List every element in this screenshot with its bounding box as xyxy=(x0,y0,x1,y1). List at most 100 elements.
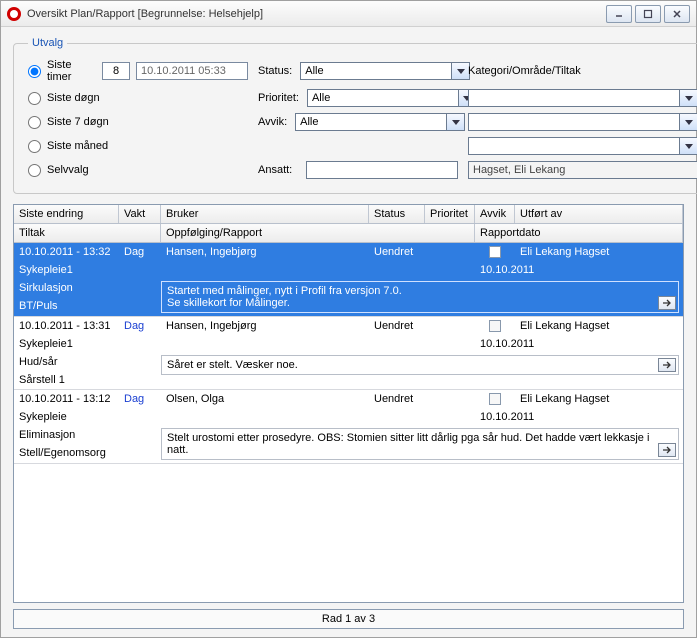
col-status[interactable]: Status xyxy=(369,205,425,223)
chevron-down-icon[interactable] xyxy=(447,113,465,131)
col-oppfolging[interactable]: Oppfølging/Rapport xyxy=(161,224,475,242)
report-grid: Siste endring Vakt Bruker Status Priorit… xyxy=(13,204,684,603)
avvik-label: Avvik: xyxy=(258,116,287,128)
cell-endring: 10.10.2011 - 13:31 xyxy=(14,317,119,335)
cell-status: Uendret xyxy=(369,390,425,408)
radio-siste-maned[interactable] xyxy=(28,140,41,153)
cell-sub2: BT/Puls xyxy=(14,297,161,315)
ansatt-label: Ansatt: xyxy=(258,164,298,176)
grid-record[interactable]: 10.10.2011 - 13:32 Dag Hansen, Ingebjørg… xyxy=(14,243,683,317)
avvik-checkbox[interactable] xyxy=(489,320,501,332)
prioritet-combo[interactable] xyxy=(307,89,477,107)
cell-sub1: Eliminasjon xyxy=(14,426,161,444)
arrow-right-icon[interactable] xyxy=(658,443,676,457)
radio-siste-dogn-label: Siste døgn xyxy=(47,92,100,104)
app-icon xyxy=(7,7,21,21)
grid-header-row1: Siste endring Vakt Bruker Status Priorit… xyxy=(14,205,683,224)
col-bruker[interactable]: Bruker xyxy=(161,205,369,223)
chevron-down-icon[interactable] xyxy=(680,137,697,155)
arrow-right-icon[interactable] xyxy=(658,296,676,310)
cell-prioritet xyxy=(425,243,475,249)
cell-vakt: Dag xyxy=(119,390,161,408)
cell-bruker: Olsen, Olga xyxy=(161,390,369,408)
status-value[interactable] xyxy=(300,62,452,80)
col-tiltak[interactable]: Tiltak xyxy=(14,224,161,242)
ansatt-readonly xyxy=(468,161,697,179)
cell-utfort: Eli Lekang Hagset xyxy=(515,390,683,408)
avvik-combo[interactable] xyxy=(295,113,465,131)
cell-endring: 10.10.2011 - 13:32 xyxy=(14,243,119,261)
col-siste-endring[interactable]: Siste endring xyxy=(14,205,119,223)
status-combo[interactable] xyxy=(300,62,470,80)
kategori3-value[interactable] xyxy=(468,137,680,155)
utvalg-fieldset: Utvalg Siste timer Status: K xyxy=(13,37,697,194)
cell-utfort: Eli Lekang Hagset xyxy=(515,243,683,261)
ansatt-input[interactable] xyxy=(306,161,458,179)
cell-tiltak: Sykepleie1 xyxy=(14,335,475,353)
prioritet-label: Prioritet: xyxy=(258,92,299,104)
radio-siste-7dogn[interactable] xyxy=(28,116,41,129)
ansatt-input-wrap xyxy=(306,161,458,179)
cell-tiltak: Sykepleie1 xyxy=(14,261,475,279)
avvik-value[interactable] xyxy=(295,113,447,131)
cell-vakt: Dag xyxy=(119,317,161,335)
statusbar-text: Rad 1 av 3 xyxy=(322,613,375,625)
note-textarea[interactable]: Såret er stelt. Væsker noe. xyxy=(161,355,679,375)
chevron-down-icon[interactable] xyxy=(680,89,697,107)
close-button[interactable] xyxy=(664,5,690,23)
titlebar[interactable]: Oversikt Plan/Rapport [Begrunnelse: Hels… xyxy=(1,1,696,27)
cell-avvik xyxy=(475,390,515,405)
ansatt-readonly-value xyxy=(468,161,697,179)
kategori-label: Kategori/Område/Tiltak xyxy=(468,65,581,77)
arrow-right-icon[interactable] xyxy=(658,358,676,372)
radio-siste-timer-label: Siste timer xyxy=(47,59,96,83)
cell-rapportdato: 10.10.2011 xyxy=(475,408,539,426)
app-window: Oversikt Plan/Rapport [Begrunnelse: Hels… xyxy=(0,0,697,638)
cell-prioritet xyxy=(425,317,475,323)
radio-siste-dogn[interactable] xyxy=(28,92,41,105)
kategori1-combo[interactable] xyxy=(468,89,697,107)
col-prioritet[interactable]: Prioritet xyxy=(425,205,475,223)
cell-bruker: Hansen, Ingebjørg xyxy=(161,243,369,261)
radio-selvvalg[interactable] xyxy=(28,164,41,177)
cell-status: Uendret xyxy=(369,317,425,335)
cell-avvik xyxy=(475,317,515,332)
col-utfort-av[interactable]: Utført av xyxy=(515,205,683,223)
cell-avvik xyxy=(475,243,515,258)
cell-rapportdato: 10.10.2011 xyxy=(475,261,539,279)
grid-body[interactable]: 10.10.2011 - 13:32 Dag Hansen, Ingebjørg… xyxy=(14,243,683,602)
kategori2-value[interactable] xyxy=(468,113,680,131)
col-avvik[interactable]: Avvik xyxy=(475,205,515,223)
note-textarea[interactable]: Stelt urostomi etter prosedyre. OBS: Sto… xyxy=(161,428,679,460)
kategori2-combo[interactable] xyxy=(468,113,697,131)
col-vakt[interactable]: Vakt xyxy=(119,205,161,223)
cell-sub2: Sårstell 1 xyxy=(14,371,161,389)
chevron-down-icon[interactable] xyxy=(680,113,697,131)
cell-status: Uendret xyxy=(369,243,425,261)
cell-tiltak: Sykepleie xyxy=(14,408,475,426)
maximize-button[interactable] xyxy=(635,5,661,23)
datetime-input[interactable] xyxy=(136,62,248,80)
cell-vakt: Dag xyxy=(119,243,161,261)
cell-endring: 10.10.2011 - 13:12 xyxy=(14,390,119,408)
cell-sub1: Hud/sår xyxy=(14,353,161,371)
kategori3-combo[interactable] xyxy=(468,137,697,155)
window-title: Oversikt Plan/Rapport [Begrunnelse: Hels… xyxy=(27,8,263,20)
minimize-button[interactable] xyxy=(606,5,632,23)
grid-record[interactable]: 10.10.2011 - 13:31 Dag Hansen, Ingebjørg… xyxy=(14,317,683,390)
note-textarea[interactable]: Startet med målinger, nytt i Profil fra … xyxy=(161,281,679,313)
avvik-checkbox[interactable] xyxy=(489,393,501,405)
avvik-checkbox[interactable] xyxy=(489,246,501,258)
radio-siste-maned-label: Siste måned xyxy=(47,140,108,152)
prioritet-value[interactable] xyxy=(307,89,459,107)
hours-input[interactable] xyxy=(102,62,130,80)
cell-bruker: Hansen, Ingebjørg xyxy=(161,317,369,335)
utvalg-legend: Utvalg xyxy=(28,37,67,49)
grid-record[interactable]: 10.10.2011 - 13:12 Dag Olsen, Olga Uendr… xyxy=(14,390,683,464)
cell-sub2: Stell/Egenomsorg xyxy=(14,444,161,462)
col-rapportdato[interactable]: Rapportdato xyxy=(475,224,683,242)
radio-siste-timer[interactable] xyxy=(28,65,41,78)
kategori1-value[interactable] xyxy=(468,89,680,107)
radio-siste-7dogn-label: Siste 7 døgn xyxy=(47,116,109,128)
cell-rapportdato: 10.10.2011 xyxy=(475,335,539,353)
